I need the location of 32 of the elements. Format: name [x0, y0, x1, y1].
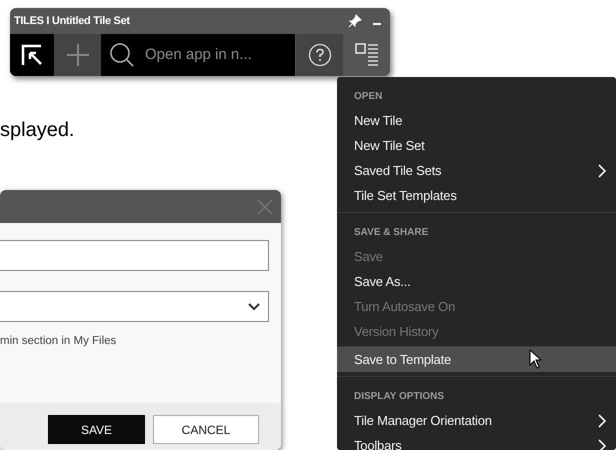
help-button[interactable]: [295, 34, 343, 76]
menu-item[interactable]: Toolbars: [337, 433, 616, 450]
chevron-right-icon: [598, 164, 606, 178]
window-title: TILES I Untitled Tile Set: [14, 14, 131, 29]
menu-item[interactable]: Tile Set Templates: [337, 183, 616, 208]
help-icon: [308, 43, 332, 67]
menu-item[interactable]: Save As...: [337, 269, 616, 294]
menu-icon[interactable]: [354, 42, 380, 68]
logo-button[interactable]: [10, 34, 54, 76]
menu-section-heading: OPEN: [353, 90, 384, 104]
plus-icon: [66, 43, 90, 67]
menu-item[interactable]: Saved Tile Sets: [337, 158, 616, 183]
pin-icon[interactable]: [348, 14, 362, 28]
select-field[interactable]: [0, 291, 269, 322]
cursor-icon: [529, 349, 543, 369]
chevron-right-icon: [598, 438, 606, 450]
input-field[interactable]: [0, 240, 269, 271]
body-text: splayed.: [0, 118, 74, 143]
cancel-button[interactable]: CANCEL: [153, 415, 259, 444]
chevron-right-icon: [598, 414, 606, 428]
menu-section-heading: DISPLAY OPTIONS: [353, 390, 446, 404]
menu-item[interactable]: New Tile: [337, 108, 616, 133]
chevron-down-icon: [248, 302, 260, 310]
help-text: min section in My Files: [0, 334, 118, 349]
logo-icon: [20, 43, 44, 67]
menu-item[interactable]: New Tile Set: [337, 133, 616, 158]
search-field[interactable]: Open app in n...: [101, 34, 295, 76]
menu-item[interactable]: Save to Template: [337, 347, 616, 372]
search-icon: [109, 42, 135, 68]
save-button[interactable]: SAVE: [48, 415, 145, 444]
menu-section-heading: SAVE & SHARE: [353, 226, 430, 240]
menu-item[interactable]: Tile Manager Orientation: [337, 408, 616, 433]
